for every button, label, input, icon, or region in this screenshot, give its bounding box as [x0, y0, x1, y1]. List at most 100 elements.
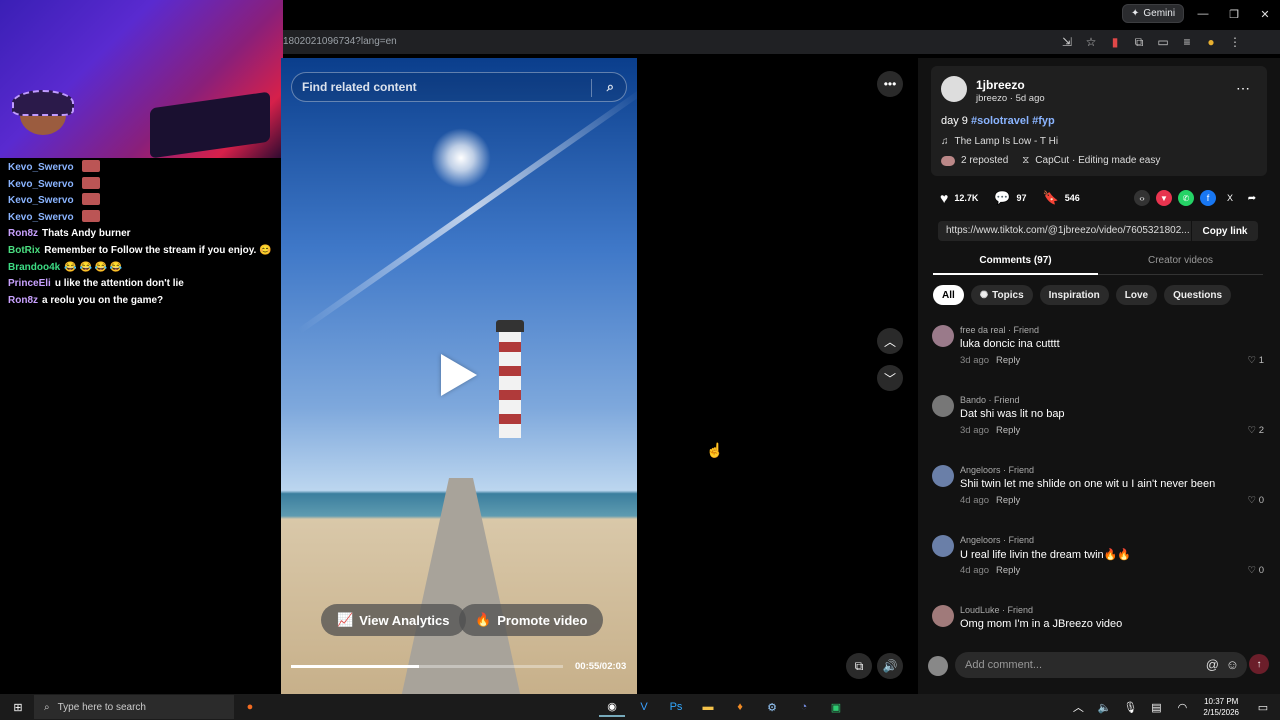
- network-icon[interactable]: ▤: [1143, 697, 1169, 717]
- comment-author[interactable]: Angeloors · Friend: [960, 465, 1034, 475]
- x-icon[interactable]: X: [1222, 190, 1238, 206]
- queue-icon[interactable]: ≡: [1178, 35, 1196, 50]
- install-icon[interactable]: ⇲: [1058, 35, 1076, 50]
- restore-button[interactable]: ❐: [1220, 2, 1248, 26]
- play-icon[interactable]: [441, 354, 477, 396]
- capcut-link[interactable]: CapCut · Editing made easy: [1035, 155, 1160, 166]
- next-video-button[interactable]: ﹀: [877, 365, 903, 391]
- whatsapp-icon[interactable]: ✆: [1178, 190, 1194, 206]
- facebook-icon[interactable]: f: [1200, 190, 1216, 206]
- tray-chevron-icon[interactable]: ︿: [1065, 697, 1091, 717]
- tab-comments[interactable]: Comments (97): [933, 255, 1098, 275]
- find-related-search[interactable]: Find related content ⌕: [291, 72, 627, 102]
- save-icon[interactable]: 🔖: [1043, 190, 1059, 206]
- video-more-button[interactable]: •••: [877, 71, 903, 97]
- music-title[interactable]: The Lamp Is Low - T Hi: [955, 136, 1059, 147]
- pip-button[interactable]: ⧉: [846, 653, 872, 679]
- filter-inspiration[interactable]: Inspiration: [1039, 285, 1109, 305]
- comment-reply-button[interactable]: Reply: [996, 495, 1020, 506]
- wifi-icon[interactable]: ◠: [1169, 697, 1195, 717]
- comment-reply-button[interactable]: Reply: [996, 425, 1020, 436]
- gemini-button[interactable]: ✦ Gemini: [1122, 4, 1185, 23]
- comment-avatar[interactable]: [932, 395, 954, 417]
- chrome-icon[interactable]: ◉: [599, 697, 625, 717]
- chat-username[interactable]: Ron8z: [8, 295, 38, 306]
- vscode-icon[interactable]: V: [631, 697, 657, 717]
- comment-avatar[interactable]: [932, 535, 954, 557]
- start-icon[interactable]: ⊞: [5, 697, 31, 717]
- browser-menu-icon[interactable]: ⋮: [1226, 35, 1244, 50]
- filter-questions[interactable]: Questions: [1164, 285, 1232, 305]
- comment-author[interactable]: free da real · Friend: [960, 325, 1039, 335]
- extension-red-icon[interactable]: ▮: [1106, 35, 1124, 50]
- address-bar[interactable]: 1802021096734?lang=en ⇲ ☆ ▮ ⧉ ▭ ≡ ● ⋮: [283, 30, 1280, 54]
- tab-creator-videos[interactable]: Creator videos: [1098, 255, 1263, 275]
- chat-username[interactable]: Kevo_Swervo: [8, 195, 74, 206]
- view-analytics-button[interactable]: 📈 View Analytics: [321, 604, 466, 636]
- emoji-icon[interactable]: ☺: [1226, 657, 1239, 672]
- steam-icon[interactable]: ⚙: [759, 697, 785, 717]
- taskbar-clock[interactable]: 10:37 PM 2/15/2026: [1203, 696, 1239, 718]
- tab-search-icon[interactable]: ▭: [1154, 35, 1172, 50]
- comment-author[interactable]: Angeloors · Friend: [960, 535, 1034, 545]
- photoshop-icon[interactable]: Ps: [663, 697, 689, 717]
- fl-studio-icon[interactable]: ♦: [727, 697, 753, 717]
- copy-link-button[interactable]: Copy link: [1192, 221, 1258, 241]
- comment-author[interactable]: Bando · Friend: [960, 395, 1020, 405]
- comment-reply-button[interactable]: Reply: [996, 355, 1020, 366]
- comment-avatar[interactable]: [932, 465, 954, 487]
- comment-avatar[interactable]: [932, 605, 954, 627]
- post-comment-button[interactable]: ↑: [1249, 654, 1269, 674]
- chat-username[interactable]: PrinceEli: [8, 278, 51, 289]
- author-more-icon[interactable]: ⋯: [1236, 80, 1250, 97]
- like-icon[interactable]: ♥: [940, 190, 948, 206]
- comment-author[interactable]: LoudLuke · Friend: [960, 605, 1033, 615]
- caption-hashtags[interactable]: #solotravel #fyp: [971, 115, 1055, 127]
- music-row[interactable]: ♫ The Lamp Is Low - T Hi: [941, 136, 1058, 147]
- reposted-count[interactable]: 2 reposted: [961, 155, 1008, 166]
- comment-like[interactable]: ♡ 2: [1248, 425, 1264, 436]
- chat-username[interactable]: BotRix: [8, 245, 40, 256]
- chat-username[interactable]: Kevo_Swervo: [8, 212, 74, 223]
- basketball-icon[interactable]: ●: [237, 697, 263, 717]
- promote-video-button[interactable]: 🔥 Promote video: [459, 604, 604, 636]
- comment-like[interactable]: ♡ 0: [1248, 495, 1264, 506]
- comment-like[interactable]: ♡ 0: [1248, 565, 1264, 576]
- discord-icon[interactable]: ◔: [791, 697, 817, 717]
- previous-video-button[interactable]: ︿: [877, 328, 903, 354]
- author-username[interactable]: 1jbreezo: [976, 78, 1025, 92]
- extensions-icon[interactable]: ⧉: [1130, 35, 1148, 50]
- bookmark-star-icon[interactable]: ☆: [1082, 35, 1100, 50]
- chat-username[interactable]: Brandoo4k: [8, 262, 60, 273]
- chat-username[interactable]: Kevo_Swervo: [8, 162, 74, 173]
- chat-username[interactable]: Kevo_Swervo: [8, 179, 74, 190]
- comment-icon[interactable]: 💬: [994, 190, 1010, 206]
- minimize-button[interactable]: —: [1189, 2, 1217, 26]
- embed-icon[interactable]: ‹›: [1134, 190, 1150, 206]
- video-link-field[interactable]: https://www.tiktok.com/@1jbreezo/video/7…: [938, 221, 1191, 241]
- profile-icon[interactable]: ●: [1202, 35, 1220, 50]
- filter-all[interactable]: All: [933, 285, 964, 305]
- notification-icon[interactable]: ▭: [1250, 697, 1276, 717]
- url-text[interactable]: 1802021096734?lang=en: [283, 36, 397, 47]
- video-progress-bar[interactable]: [291, 665, 563, 668]
- mention-icon[interactable]: @: [1206, 657, 1219, 672]
- comment-reply-button[interactable]: Reply: [996, 565, 1020, 576]
- speaker-icon[interactable]: 🔈: [1091, 697, 1117, 717]
- taskbar-search[interactable]: ⌕ Type here to search: [34, 695, 234, 719]
- comment-like[interactable]: ♡ 1: [1248, 355, 1264, 366]
- chat-username[interactable]: Ron8z: [8, 228, 38, 239]
- close-window-button[interactable]: ✕: [1251, 2, 1279, 26]
- app-green-icon[interactable]: ▣: [823, 697, 849, 717]
- filter-love[interactable]: Love: [1115, 285, 1158, 305]
- mic-icon[interactable]: 🎙: [1117, 697, 1143, 717]
- comment-avatar[interactable]: [932, 325, 954, 347]
- volume-button[interactable]: 🔊: [877, 653, 903, 679]
- video-player[interactable]: Find related content ⌕ 📈 View Analytics …: [281, 58, 637, 694]
- add-comment-input[interactable]: Add comment... @ ☺: [955, 652, 1247, 678]
- send-icon[interactable]: ▼: [1156, 190, 1172, 206]
- filter-topics[interactable]: ✺ Topics: [970, 285, 1033, 305]
- file-explorer-icon[interactable]: ▬: [695, 697, 721, 717]
- author-avatar[interactable]: [941, 76, 967, 102]
- search-icon[interactable]: ⌕: [607, 79, 614, 95]
